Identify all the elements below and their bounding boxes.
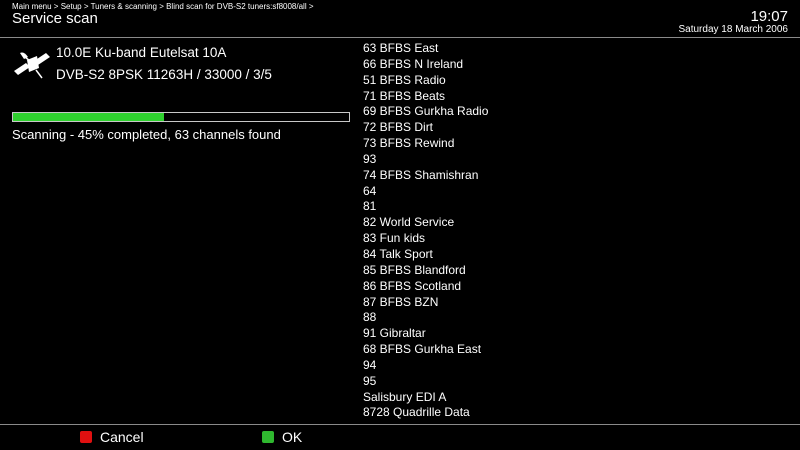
channel-list-item: 81 bbox=[363, 199, 377, 214]
channel-list-item: 68 BFBS Gurkha East bbox=[363, 342, 482, 357]
header-divider bbox=[0, 37, 800, 38]
channel-list-item: 88 bbox=[363, 310, 377, 325]
channel-list-item: 8728 Quadrille Data bbox=[363, 405, 470, 420]
channel-list-item: 69 BFBS Gurkha Radio bbox=[363, 104, 489, 119]
ok-label: OK bbox=[282, 429, 303, 445]
channel-list-item: 74 BFBS Shamishran bbox=[363, 167, 479, 182]
channel-list-item: 72 BFBS Dirt bbox=[363, 120, 434, 135]
channel-list-item: 86 BFBS Scotland bbox=[363, 278, 462, 293]
channel-list-item: 51 BFBS Radio bbox=[363, 72, 446, 87]
cancel-button[interactable]: Cancel bbox=[80, 428, 144, 446]
red-key-icon bbox=[80, 431, 92, 443]
cancel-label: Cancel bbox=[100, 429, 144, 445]
footer-divider bbox=[0, 424, 800, 425]
clock: 19:07 bbox=[750, 8, 788, 25]
scan-progress-bar bbox=[12, 112, 350, 122]
channel-list-item: 95 bbox=[363, 373, 377, 388]
channel-list-item: 85 BFBS Blandford bbox=[363, 262, 466, 277]
satellite-name: 10.0E Ku-band Eutelsat 10A bbox=[56, 45, 227, 60]
service-scan-screen: Main menu > Setup > Tuners & scanning > … bbox=[0, 0, 800, 450]
channel-list-item: 83 Fun kids bbox=[363, 231, 426, 246]
channel-list-item: 82 World Service bbox=[363, 215, 455, 230]
channel-list-item: 71 BFBS Beats bbox=[363, 88, 446, 103]
channel-list-item: 93 bbox=[363, 151, 377, 166]
green-key-icon bbox=[262, 431, 274, 443]
channel-list-item: 94 bbox=[363, 357, 377, 372]
channel-list-item: 84 Talk Sport bbox=[363, 246, 433, 261]
channel-list-item: 63 BFBS East bbox=[363, 41, 439, 55]
date-display: Saturday 18 March 2006 bbox=[678, 24, 788, 35]
found-channels-list[interactable]: 63 BFBS East 66 BFBS N Ireland 51 BFBS Rad… bbox=[363, 41, 488, 421]
channel-list-item: 66 BFBS N Ireland bbox=[363, 56, 464, 71]
channel-list-item: 64 bbox=[363, 183, 377, 198]
channel-list-item: 87 BFBS BZN bbox=[363, 294, 439, 309]
channel-list-item: 91 Gibraltar bbox=[363, 326, 426, 341]
channel-list-item: 73 BFBS Rewind bbox=[363, 136, 455, 151]
transponder-parameters: DVB-S2 8PSK 11263H / 33000 / 3/5 bbox=[56, 67, 272, 82]
page-title: Service scan bbox=[12, 10, 98, 27]
channel-list-item: Salisbury EDI A bbox=[363, 389, 447, 404]
satellite-icon bbox=[12, 49, 52, 81]
scan-status: Scanning - 45% completed, 63 channels fo… bbox=[12, 127, 281, 142]
scan-progress-fill bbox=[13, 113, 165, 121]
ok-button[interactable]: OK bbox=[262, 428, 302, 446]
